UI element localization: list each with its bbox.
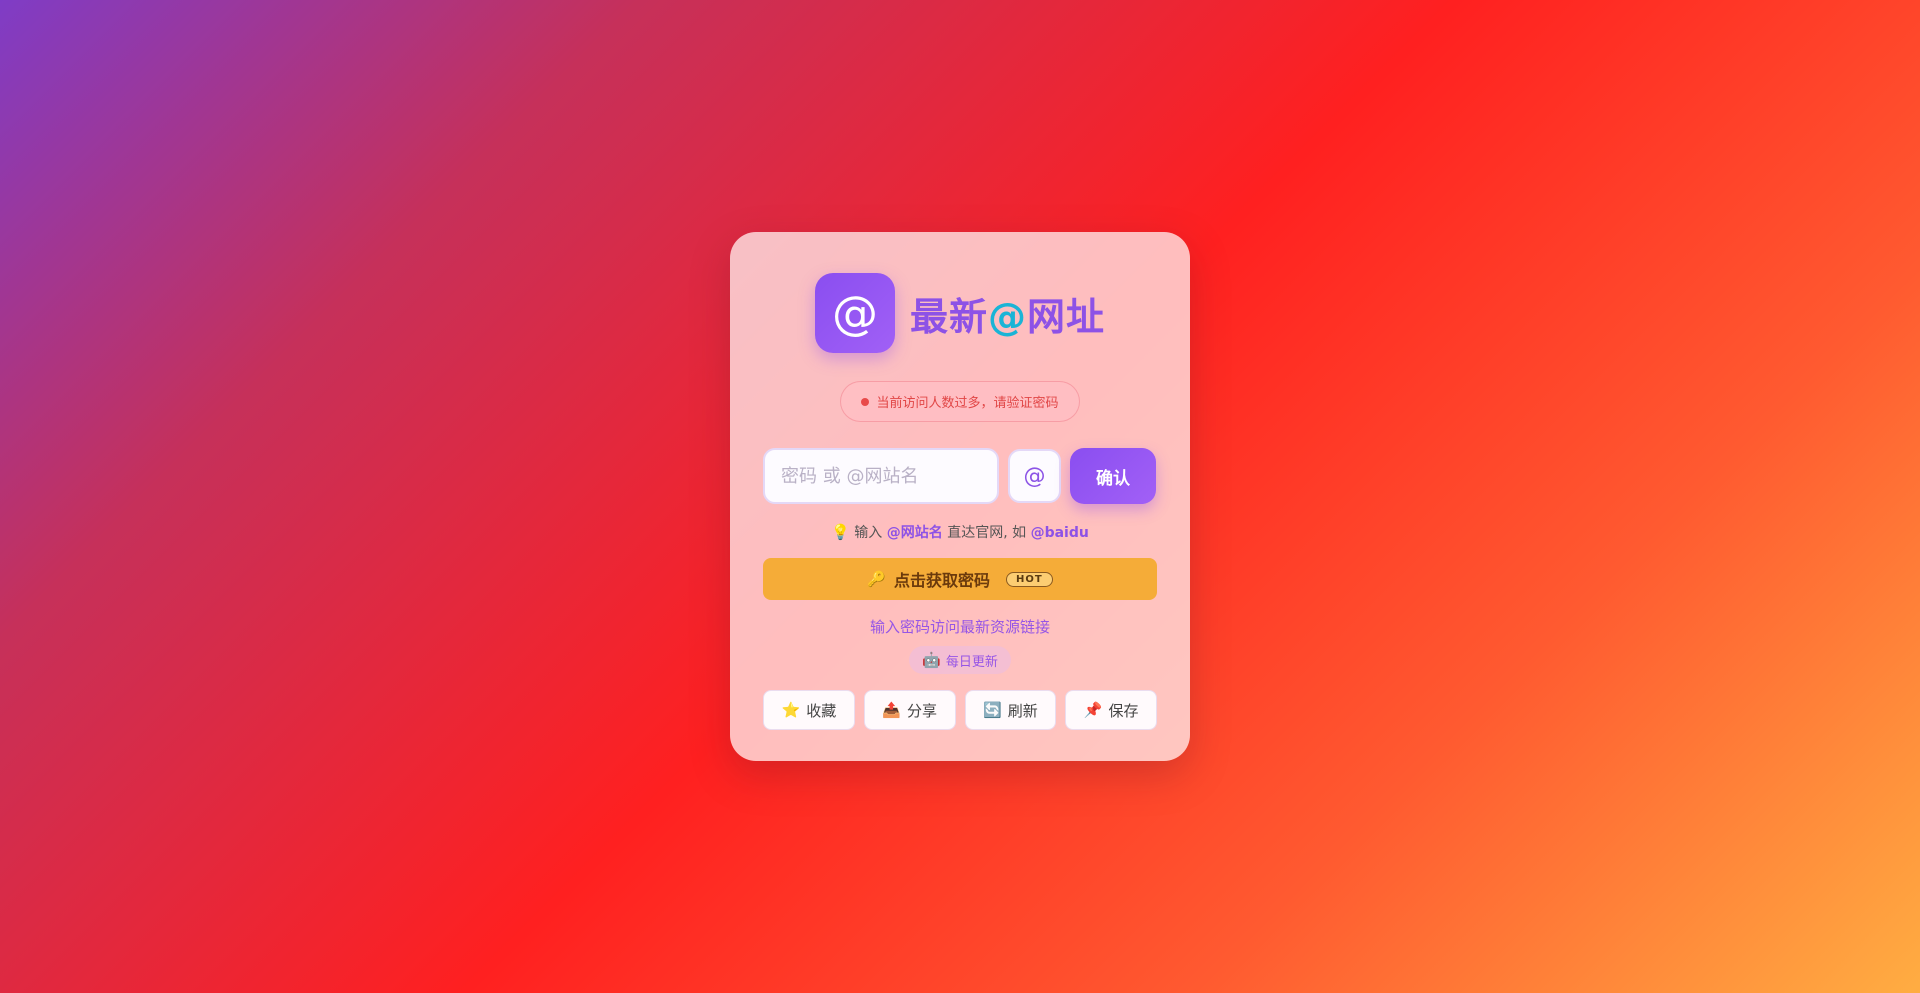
refresh-icon: 🔄	[983, 701, 1002, 719]
resource-link[interactable]: 输入密码访问最新资源链接	[763, 616, 1157, 637]
alert-text: 当前访问人数过多，请验证密码	[876, 396, 1059, 411]
get-password-label: 点击获取密码	[893, 571, 990, 590]
action-bar: ⭐ 收藏 📤 分享 🔄 刷新 📌 保存	[763, 690, 1157, 730]
at-logo-icon: @	[814, 273, 895, 353]
password-input[interactable]	[763, 448, 999, 504]
hint-highlight-site: @网站名	[886, 525, 943, 541]
brand-header: @ 最新@网址	[763, 273, 1157, 353]
alert-dot-icon	[861, 397, 870, 406]
share-icon: 📤	[882, 701, 901, 719]
hot-badge: HOT	[1006, 571, 1053, 587]
page-title: 最新@网址	[909, 294, 1106, 339]
daily-update-badge: 🤖 每日更新	[909, 646, 1011, 674]
password-card: @ 最新@网址 当前访问人数过多，请验证密码 @ 确认 💡 输入 @网站名 直达…	[730, 232, 1190, 761]
key-icon: 🔑	[867, 570, 886, 588]
lightbulb-icon: 💡	[831, 523, 850, 541]
password-form: @ 确认	[763, 448, 1157, 504]
at-button[interactable]: @	[1008, 449, 1061, 503]
confirm-button[interactable]: 确认	[1070, 448, 1156, 504]
get-password-button[interactable]: 🔑 点击获取密码 HOT	[763, 558, 1157, 600]
save-button[interactable]: 📌 保存	[1065, 690, 1157, 730]
refresh-button[interactable]: 🔄 刷新	[964, 690, 1057, 730]
pin-icon: 📌	[1083, 701, 1103, 719]
share-button[interactable]: 📤 分享	[863, 690, 956, 730]
robot-icon: 🤖	[922, 651, 941, 669]
hint-text: 💡 输入 @网站名 直达官网, 如 @baidu	[831, 523, 1089, 541]
status-alert: 当前访问人数过多，请验证密码	[840, 381, 1080, 422]
hint-highlight-example: @baidu	[1030, 525, 1089, 541]
star-icon: ⭐	[781, 701, 801, 719]
favorite-button[interactable]: ⭐ 收藏	[763, 690, 855, 730]
